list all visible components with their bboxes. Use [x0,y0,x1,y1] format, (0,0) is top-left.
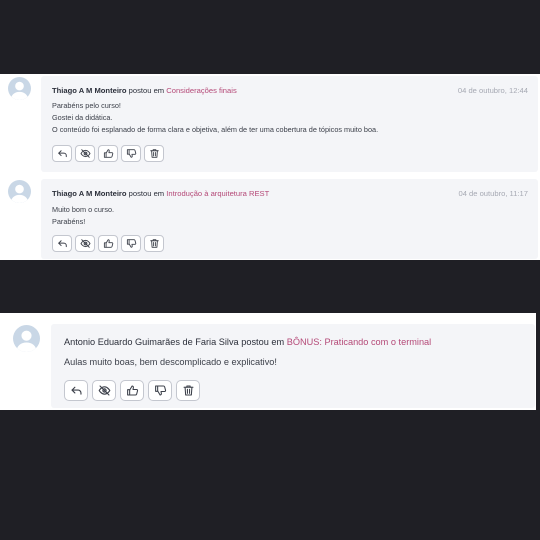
comment-body: Muito bom o curso. Parabéns! [52,204,114,228]
comments-panel-top: Thiago A M Monteiro postou em Consideraç… [0,74,540,260]
dislike-button[interactable] [148,380,172,401]
thumbs-down-icon [154,385,166,396]
comment-bubble: Antonio Eduardo Guimarães de Faria Silva… [51,324,535,408]
delete-button[interactable] [144,145,164,162]
trash-icon [183,385,193,396]
avatar[interactable] [8,77,31,100]
like-button[interactable] [98,145,118,162]
author-name[interactable]: Thiago A M Monteiro [52,189,127,198]
posted-in-text: postou em [128,189,165,198]
dislike-button[interactable] [121,145,141,162]
hide-button[interactable] [75,145,95,162]
hide-button[interactable] [92,380,116,401]
thumbs-up-icon [103,149,113,158]
hide-icon [79,239,91,248]
comment-line: Parabéns pelo curso! [52,101,121,110]
thumbs-up-icon [126,385,138,396]
comment-body: Aulas muito boas, bem descomplicado e ex… [64,357,277,369]
delete-button[interactable] [176,380,200,401]
thumbs-up-icon [103,239,113,248]
comment-line: Parabéns! [52,216,86,226]
comment-header: Thiago A M Monteiro postou em Introdução… [52,189,269,198]
comment-item: Thiago A M Monteiro postou em Introdução… [0,176,540,260]
lesson-link[interactable]: BÔNUS: Praticando com o terminal [287,337,432,347]
avatar[interactable] [8,180,31,203]
author-name[interactable]: Antonio Eduardo Guimarães de Faria Silva [64,337,239,347]
reply-icon [57,240,67,248]
avatar[interactable] [13,325,40,352]
trash-icon [149,149,159,158]
comment-bubble: Thiago A M Monteiro postou em Introdução… [41,179,538,259]
lesson-link[interactable]: Considerações finais [166,86,237,95]
comment-header: Antonio Eduardo Guimarães de Faria Silva… [64,337,431,347]
author-name[interactable]: Thiago A M Monteiro [52,86,127,95]
thumbs-down-icon [126,149,136,158]
lesson-link[interactable]: Introdução à arquitetura REST [166,189,269,198]
delete-button[interactable] [144,235,164,252]
comment-item: Antonio Eduardo Guimarães de Faria Silva… [0,313,536,410]
comment-actions [64,380,200,401]
comment-date: 04 de outubro, 11:17 [458,189,528,198]
comment-body: Parabéns pelo curso! Gostei da didática.… [52,100,378,135]
comment-date: 04 de outubro, 12:44 [457,86,528,95]
reply-button[interactable] [52,145,72,162]
comment-actions [52,145,164,162]
comment-line: O conteúdo foi esplanado de forma clara … [52,124,379,134]
like-button[interactable] [120,380,144,401]
comment-item: Thiago A M Monteiro postou em Consideraç… [0,74,540,174]
trash-icon [149,239,159,248]
comments-panel-bottom: Antonio Eduardo Guimarães de Faria Silva… [0,313,536,410]
hide-icon [79,149,91,158]
like-button[interactable] [98,235,118,252]
comment-bubble: Thiago A M Monteiro postou em Consideraç… [41,76,538,172]
posted-in-text: postou em [128,86,165,95]
comment-line: Muito bom o curso. [52,205,115,214]
dislike-button[interactable] [121,235,141,252]
comment-line: Gostei da didática. [52,112,113,122]
comment-actions [52,235,164,252]
posted-in-text: postou em [241,337,285,347]
comment-line: Aulas muito boas, bem descomplicado e ex… [64,357,277,367]
reply-button[interactable] [64,380,88,401]
thumbs-down-icon [126,239,136,248]
reply-icon [57,150,67,158]
reply-icon [70,386,82,395]
hide-button[interactable] [75,235,95,252]
hide-icon [98,385,110,396]
reply-button[interactable] [52,235,72,252]
comment-header: Thiago A M Monteiro postou em Consideraç… [52,86,237,95]
